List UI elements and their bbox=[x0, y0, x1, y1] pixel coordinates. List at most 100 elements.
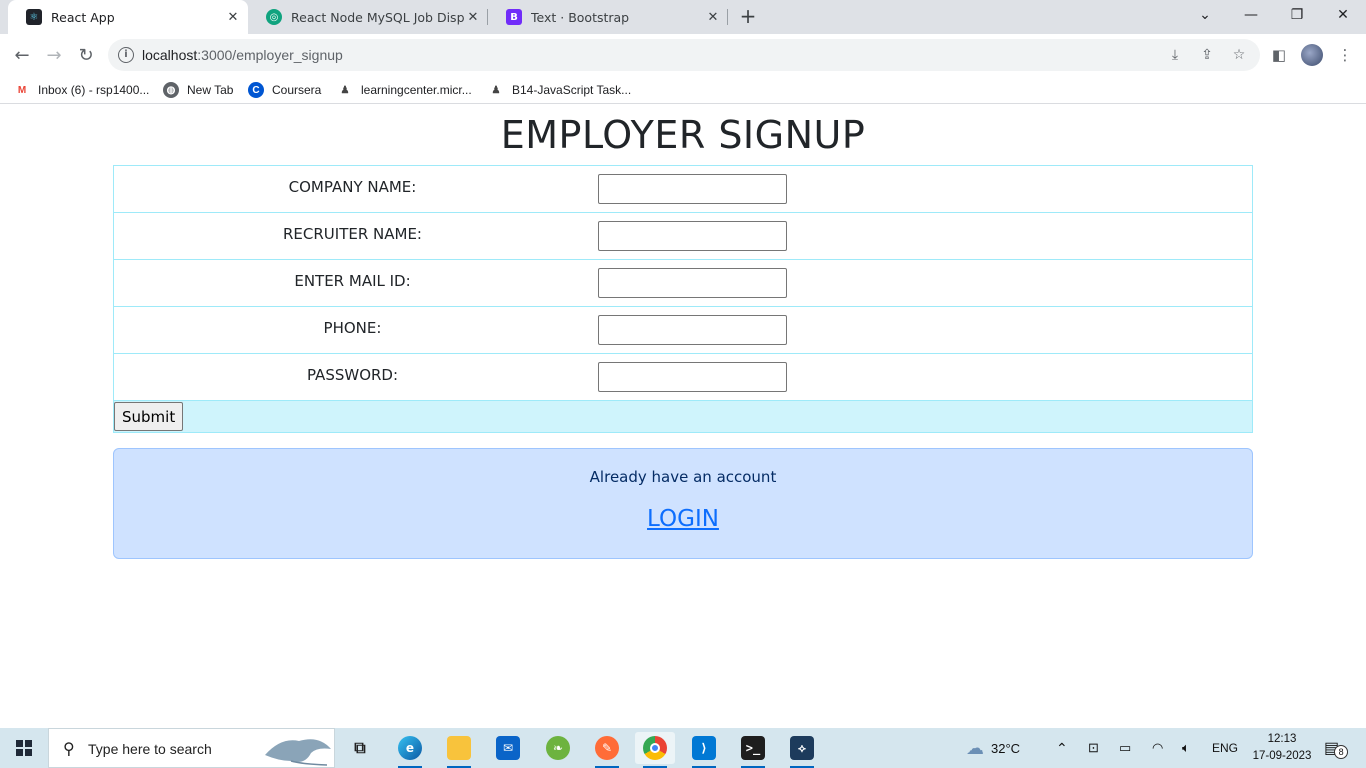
chrome-center-icon bbox=[650, 743, 660, 753]
form-row-mail-id: ENTER MAIL ID: bbox=[114, 260, 1252, 307]
taskbar-search-placeholder: Type here to search bbox=[88, 741, 212, 757]
bootstrap-icon: B bbox=[506, 9, 522, 25]
profile-avatar[interactable] bbox=[1301, 44, 1323, 66]
windows-logo-icon bbox=[16, 740, 32, 756]
volume-icon[interactable]: 🔈︎ bbox=[1182, 728, 1190, 768]
folder-icon bbox=[447, 736, 471, 760]
close-tab-icon[interactable]: ✕ bbox=[224, 10, 242, 25]
restore-button[interactable]: ❐ bbox=[1274, 0, 1320, 30]
browser-toolbar: ← → ↻ i localhost:3000/employer_signup ⤓… bbox=[0, 34, 1366, 76]
system-clock[interactable]: 12:13 17-09-2023 bbox=[1252, 731, 1312, 765]
close-tab-icon[interactable]: ✕ bbox=[464, 10, 482, 25]
recruiter-name-label: RECRUITER NAME: bbox=[283, 225, 422, 243]
bookmark-gmail[interactable]: M Inbox (6) - rsp1400... bbox=[14, 81, 150, 99]
close-window-button[interactable]: ✕ bbox=[1320, 0, 1366, 30]
search-icon: ⚲ bbox=[63, 739, 75, 758]
forward-arrow-icon[interactable]: → bbox=[40, 41, 68, 69]
gmail-icon: M bbox=[17, 84, 27, 96]
reload-icon[interactable]: ↻ bbox=[72, 41, 100, 69]
company-name-label: COMPANY NAME: bbox=[288, 178, 417, 196]
taskbar-edge[interactable]: e bbox=[390, 732, 430, 768]
minimize-button[interactable]: — bbox=[1228, 0, 1274, 30]
taskbar-search-box[interactable]: ⚲ Type here to search bbox=[48, 728, 335, 768]
person-icon: ♟ bbox=[340, 84, 350, 96]
weather-widget[interactable]: ☁ 32°C bbox=[966, 728, 1020, 768]
recruiter-name-input[interactable] bbox=[598, 221, 787, 251]
taskbar-chrome[interactable] bbox=[635, 732, 675, 768]
submit-button[interactable]: Submit bbox=[114, 402, 184, 431]
bookmark-label: B14-JavaScript Task... bbox=[512, 83, 632, 97]
manta-ray-illustration-icon bbox=[265, 739, 331, 766]
bookmarks-bar: M Inbox (6) - rsp1400... ◍ New Tab C Cou… bbox=[0, 76, 1366, 104]
mail-id-label: ENTER MAIL ID: bbox=[294, 272, 411, 290]
more-menu-icon[interactable]: ⋮ bbox=[1336, 46, 1354, 64]
postman-icon: ✎ bbox=[595, 736, 619, 760]
back-arrow-icon[interactable]: ← bbox=[8, 41, 36, 69]
person-icon: ♟ bbox=[491, 84, 501, 96]
submit-row: Submit bbox=[114, 401, 1252, 432]
taskbar-file-explorer[interactable] bbox=[439, 732, 479, 768]
password-input[interactable] bbox=[598, 362, 787, 392]
new-tab-button[interactable]: + bbox=[737, 6, 759, 28]
clock-date: 17-09-2023 bbox=[1252, 750, 1312, 762]
tab-react-node-mysql[interactable]: ◎ React Node MySQL Job Display ✕ bbox=[248, 0, 488, 34]
tab-separator bbox=[727, 9, 728, 25]
site-info-icon[interactable]: i bbox=[118, 47, 134, 63]
company-name-input[interactable] bbox=[598, 174, 787, 204]
share-icon[interactable]: ⇪ bbox=[1198, 46, 1216, 64]
language-indicator[interactable]: ENG bbox=[1212, 728, 1238, 768]
bookmark-new-tab[interactable]: ◍ New Tab bbox=[163, 81, 233, 99]
phone-input[interactable] bbox=[598, 315, 787, 345]
form-row-phone: PHONE: bbox=[114, 307, 1252, 354]
address-bar[interactable]: i localhost:3000/employer_signup ⤓ ⇪ ☆ bbox=[108, 39, 1260, 71]
form-row-recruiter-name: RECRUITER NAME: bbox=[114, 213, 1252, 260]
cloudy-weather-icon: ☁ bbox=[966, 737, 984, 758]
bookmark-label: Coursera bbox=[272, 83, 322, 97]
side-panel-icon[interactable]: ◧ bbox=[1270, 46, 1288, 64]
bookmark-b14-javascript[interactable]: ♟ B14-JavaScript Task... bbox=[488, 81, 632, 99]
mail-id-input[interactable] bbox=[598, 268, 787, 298]
taskbar-spring-tool[interactable]: ❧ bbox=[538, 732, 578, 764]
react-icon: ⚛ bbox=[26, 9, 42, 25]
globe-icon: ◍ bbox=[163, 82, 179, 98]
tab-react-app[interactable]: ⚛ React App ✕ bbox=[8, 0, 248, 36]
login-prompt-text: Already have an account bbox=[589, 468, 777, 486]
bookmark-label: New Tab bbox=[187, 83, 234, 97]
tab-title: Text · Bootstrap bbox=[531, 9, 630, 25]
coursera-icon: C bbox=[248, 82, 264, 98]
wifi-icon[interactable]: ◠ bbox=[1152, 728, 1163, 768]
taskbar-mysql-workbench[interactable]: ⟡ bbox=[782, 732, 822, 768]
battery-icon[interactable]: ▭ bbox=[1119, 728, 1131, 768]
spring-leaf-icon: ❧ bbox=[546, 736, 570, 760]
taskbar-mail[interactable]: ✉ bbox=[488, 732, 528, 764]
show-hidden-icons-chevron-icon[interactable]: ⌃ bbox=[1056, 728, 1068, 768]
start-button[interactable] bbox=[0, 728, 48, 768]
taskbar-vscode[interactable]: ⟩ bbox=[684, 732, 724, 768]
tab-title: React App bbox=[51, 9, 115, 25]
form-row-password: PASSWORD: bbox=[114, 354, 1252, 401]
login-link[interactable]: LOGIN bbox=[114, 506, 1252, 532]
url-host: localhost bbox=[142, 47, 198, 63]
tab-bootstrap[interactable]: B Text · Bootstrap ✕ bbox=[488, 0, 728, 34]
page-content: EMPLOYER SIGNUP COMPANY NAME: RECRUITER … bbox=[0, 105, 1366, 728]
bookmark-star-icon[interactable]: ☆ bbox=[1230, 46, 1248, 64]
page-title: EMPLOYER SIGNUP bbox=[500, 113, 866, 157]
bookmark-coursera[interactable]: C Coursera bbox=[248, 81, 321, 99]
chrome-icon bbox=[643, 736, 667, 760]
install-app-icon[interactable]: ⤓ bbox=[1166, 46, 1184, 64]
vscode-icon: ⟩ bbox=[692, 736, 716, 760]
bookmark-learningcenter[interactable]: ♟ learningcenter.micr... bbox=[337, 81, 472, 99]
url-path: :3000/employer_signup bbox=[197, 47, 343, 63]
tab-search-chevron-icon[interactable]: ⌄ bbox=[1182, 0, 1228, 30]
meet-now-icon[interactable]: ⊡ bbox=[1088, 728, 1099, 768]
taskbar-postman[interactable]: ✎ bbox=[587, 732, 627, 768]
close-tab-icon[interactable]: ✕ bbox=[704, 10, 722, 25]
notification-center-button[interactable]: ▤ 8 bbox=[1324, 728, 1349, 768]
login-alert-box: Already have an account LOGIN bbox=[113, 448, 1253, 559]
task-view-button[interactable]: ⧉ bbox=[340, 732, 380, 764]
bookmark-label: Inbox (6) - rsp1400... bbox=[38, 83, 150, 97]
taskbar-terminal[interactable]: >_ bbox=[733, 732, 773, 768]
url-text[interactable]: localhost:3000/employer_signup bbox=[142, 47, 343, 63]
chatgpt-icon: ◎ bbox=[266, 9, 282, 25]
clock-time: 12:13 bbox=[1267, 733, 1297, 745]
